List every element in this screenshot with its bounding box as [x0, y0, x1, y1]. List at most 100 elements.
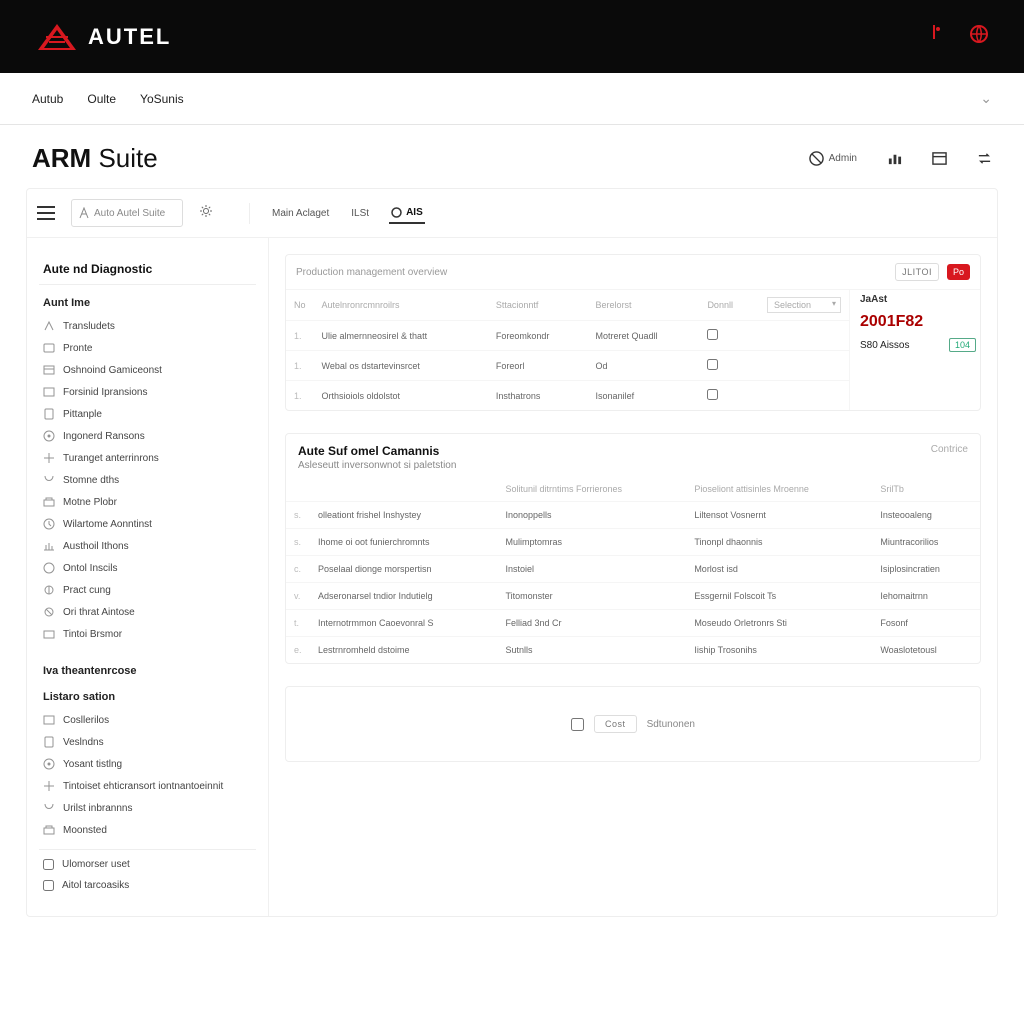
- table-row[interactable]: s.olleationt frishel InshysteyInonoppell…: [286, 502, 980, 529]
- card-diagnostic: Production management overview JLITOI Po…: [285, 254, 981, 411]
- a-icon: [78, 207, 90, 219]
- action-chart[interactable]: [887, 151, 902, 166]
- sidebar-item[interactable]: Wilartome Aonntinst: [39, 513, 256, 535]
- table-row[interactable]: t.Internotrmmon Caoevonral SFelliad 3nd …: [286, 610, 980, 637]
- sidebar-item-icon: [43, 320, 55, 332]
- sidebar-item[interactable]: Pronte: [39, 337, 256, 359]
- sidebar-item-icon: [43, 540, 55, 552]
- bars-icon: [887, 151, 902, 166]
- toolbar-tab-0[interactable]: Main Aclaget: [270, 204, 331, 223]
- card-components: Aute Suf omel Camannis Contrice Asleseut…: [285, 433, 981, 664]
- notification-icon[interactable]: [926, 25, 942, 48]
- bottom-btn[interactable]: Cost: [594, 715, 637, 733]
- cell-idx: c.: [286, 556, 310, 583]
- sidebar-item[interactable]: Tintoiset ehticransort iontnantoeinnit: [39, 775, 256, 797]
- card2-link[interactable]: Contrice: [931, 444, 968, 455]
- cell-idx: v.: [286, 583, 310, 610]
- card1-btn-light[interactable]: JLITOI: [895, 263, 939, 281]
- th-idx: No: [286, 290, 314, 321]
- action-swap[interactable]: [977, 151, 992, 166]
- sidebar-item-label: Moonsted: [63, 825, 107, 836]
- sidebar-checkbox[interactable]: [43, 880, 54, 891]
- cell-b: Inonoppells: [497, 502, 686, 529]
- sidebar-item-label: Pract cung: [63, 585, 111, 596]
- card1-select[interactable]: Selection: [767, 297, 841, 313]
- sidebar-item[interactable]: Urilst inbrannns: [39, 797, 256, 819]
- sidebar-item[interactable]: Transludets: [39, 315, 256, 337]
- table-row[interactable]: e.Lestrnromheld dstoimeSutnllsIiship Tro…: [286, 637, 980, 664]
- subnav-tab-0[interactable]: Autub: [32, 92, 63, 106]
- cell-b: Foreorl: [488, 351, 588, 381]
- sidebar-item[interactable]: Moonsted: [39, 819, 256, 841]
- content: Production management overview JLITOI Po…: [269, 238, 997, 916]
- card1-info: JaAst 2001F82 S80 Aissos 104: [850, 290, 980, 410]
- cell-chk: [699, 351, 759, 381]
- sidebar-item[interactable]: Ingonerd Ransons: [39, 425, 256, 447]
- cell-c: Tinonpl dhaonnis: [686, 529, 872, 556]
- toolbar-tab-2[interactable]: AIS: [389, 203, 425, 224]
- cell-c: Isonanilef: [588, 381, 700, 411]
- card1-table: No Autelnronrcmnroilrs Sttacionntf Berel…: [286, 290, 849, 410]
- sidebar-item-icon: [43, 606, 55, 618]
- sidebar-item[interactable]: Forsinid Ipransions: [39, 381, 256, 403]
- action-panel[interactable]: [932, 151, 947, 166]
- sidebar-item-label: Ingonerd Ransons: [63, 431, 145, 442]
- cell-d: Fosonf: [872, 610, 980, 637]
- subnav-chevron-icon[interactable]: ⌄: [980, 90, 992, 107]
- sidebar-item-icon: [43, 824, 55, 836]
- cell-c: Od: [588, 351, 700, 381]
- hamburger-icon[interactable]: [37, 206, 55, 220]
- row-checkbox[interactable]: [707, 329, 718, 340]
- cell-a: Ihome oi oot funierchromnts: [310, 529, 497, 556]
- bottom-label: Sdtunonen: [647, 719, 695, 730]
- cell-b: Felliad 3nd Cr: [497, 610, 686, 637]
- table-row[interactable]: s.Ihome oi oot funierchromntsMulimptomra…: [286, 529, 980, 556]
- subnav-tab-1[interactable]: Oulte: [87, 92, 116, 106]
- bottom-checkbox[interactable]: [571, 718, 584, 731]
- sidebar-item-label: Oshnoind Gamiceonst: [63, 365, 162, 376]
- gear-icon[interactable]: [199, 204, 213, 223]
- table-row[interactable]: 1.Orthsioiols oldolstotInsthatronsIsonan…: [286, 381, 849, 411]
- sidebar-checkbox-item[interactable]: Ulomorser uset: [39, 854, 256, 875]
- cell-d: Woaslotetousl: [872, 637, 980, 664]
- row-checkbox[interactable]: [707, 389, 718, 400]
- logo[interactable]: AUTEL: [36, 22, 171, 52]
- sidebar-item[interactable]: Tintoi Brsmor: [39, 623, 256, 645]
- card1-btn-red[interactable]: Po: [947, 264, 970, 280]
- sidebar-item[interactable]: Stomne dths: [39, 469, 256, 491]
- sidebar-item-label: Tintoiset ehticransort iontnantoeinnit: [63, 781, 223, 792]
- sidebar-item[interactable]: Turanget anterrinrons: [39, 447, 256, 469]
- cell-a: Webal os dstartevinsrcet: [314, 351, 488, 381]
- globe-icon[interactable]: [970, 25, 988, 48]
- action-admin[interactable]: Admin: [809, 151, 857, 166]
- sidebar-item[interactable]: Motne Plobr: [39, 491, 256, 513]
- sidebar-item[interactable]: Austhoil Ithons: [39, 535, 256, 557]
- table-row[interactable]: 1.Webal os dstartevinsrcetForeorlOd: [286, 351, 849, 381]
- toolbar-tab-2-label: AIS: [406, 207, 423, 218]
- sidebar-item-label: Urilst inbrannns: [63, 803, 132, 814]
- sidebar-item-icon: [43, 780, 55, 792]
- sidebar-item[interactable]: Ontol Inscils: [39, 557, 256, 579]
- cell-c: Motreret Quadll: [588, 321, 700, 351]
- sidebar-item[interactable]: Yosant tistlng: [39, 753, 256, 775]
- sidebar-item-label: Pronte: [63, 343, 92, 354]
- card1-body: No Autelnronrcmnroilrs Sttacionntf Berel…: [286, 290, 980, 410]
- sidebar-item[interactable]: Pract cung: [39, 579, 256, 601]
- table-row[interactable]: v.Adseronarsel tndior IndutielgTitomonst…: [286, 583, 980, 610]
- cell-c: Essgernil Folscoit Ts: [686, 583, 872, 610]
- table-row[interactable]: 1.Ulie almernneosirel & thattForeomkondr…: [286, 321, 849, 351]
- sidebar-checkbox-item[interactable]: Aitol tarcoasiks: [39, 875, 256, 896]
- cell-idx: 1.: [286, 351, 314, 381]
- table-row[interactable]: c.Poselaal dionge morspertisnInstoielMor…: [286, 556, 980, 583]
- sidebar-checkbox[interactable]: [43, 859, 54, 870]
- cell-idx: s.: [286, 529, 310, 556]
- sidebar-item[interactable]: Ori thrat Aintose: [39, 601, 256, 623]
- subnav-tab-2[interactable]: YoSunis: [140, 92, 184, 106]
- sidebar-item[interactable]: Veslndns: [39, 731, 256, 753]
- row-checkbox[interactable]: [707, 359, 718, 370]
- sidebar-item[interactable]: Pittanple: [39, 403, 256, 425]
- toolbar-tab-1[interactable]: ILSt: [349, 204, 371, 223]
- search-input[interactable]: Auto Autel Suite: [71, 199, 183, 227]
- sidebar-item[interactable]: Cosllerilos: [39, 709, 256, 731]
- sidebar-item[interactable]: Oshnoind Gamiceonst: [39, 359, 256, 381]
